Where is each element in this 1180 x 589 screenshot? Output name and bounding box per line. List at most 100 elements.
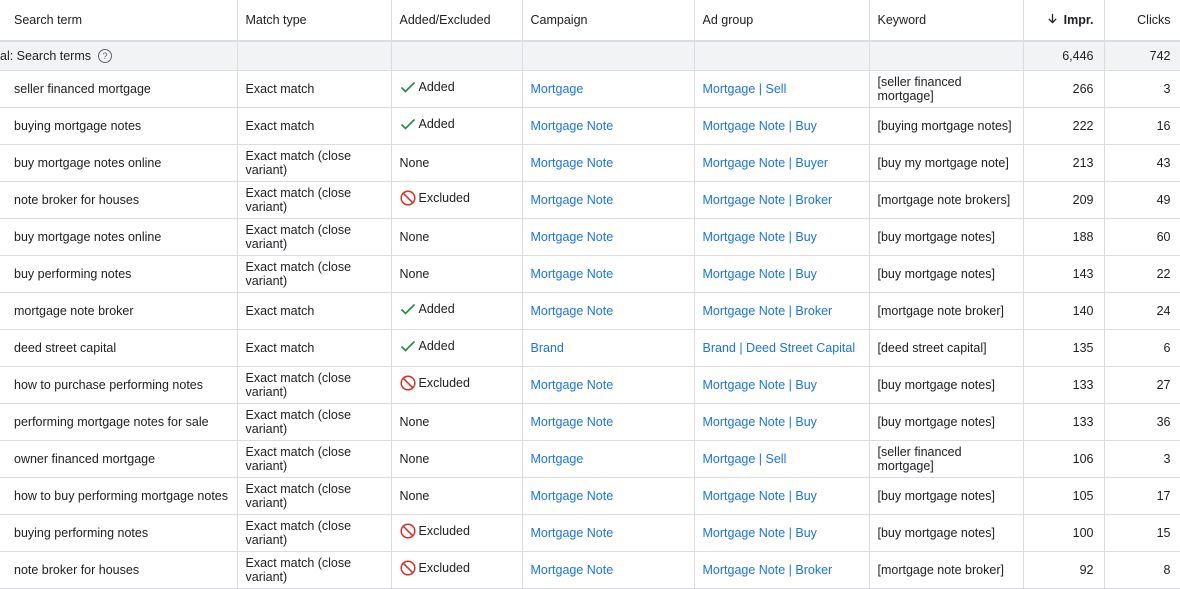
table-row[interactable]: deed street capital Exact match Added Brand… xyxy=(0,329,1180,367)
campaign-link[interactable]: Mortgage Note xyxy=(531,193,614,207)
keyword-cell: [buy mortgage notes] xyxy=(869,218,1024,256)
ad-group-link[interactable]: Mortgage Note | Buy xyxy=(703,230,817,244)
header-added-excluded[interactable]: Added/Excluded xyxy=(391,0,523,42)
total-empty-cell xyxy=(237,41,392,71)
status-none: None xyxy=(399,415,430,429)
ad-group-link[interactable]: Mortgage Note | Buyer xyxy=(703,156,829,170)
check-icon xyxy=(400,81,416,93)
ad-group-link[interactable]: Mortgage Note | Buy xyxy=(703,489,817,503)
search-term-cell: buy performing notes xyxy=(0,255,238,293)
ban-icon xyxy=(399,189,416,206)
campaign-link[interactable]: Mortgage Note xyxy=(531,526,614,540)
header-match-type[interactable]: Match type xyxy=(237,0,392,42)
match-type-cell: Exact match (close variant) xyxy=(237,477,392,515)
campaign-link[interactable]: Mortgage Note xyxy=(531,304,614,318)
total-label-cell: al: Search terms? xyxy=(0,41,238,71)
table-row[interactable]: how to buy performing mortgage notes Exac… xyxy=(0,477,1180,515)
campaign-cell: Mortgage Note xyxy=(522,218,695,256)
impr-cell: 213 xyxy=(1023,144,1105,182)
ad-group-link[interactable]: Mortgage Note | Buy xyxy=(703,415,817,429)
added-excluded-cell: None xyxy=(391,440,523,478)
ad-group-link[interactable]: Mortgage | Sell xyxy=(703,82,787,96)
header-keyword[interactable]: Keyword xyxy=(869,0,1024,42)
campaign-link[interactable]: Mortgage Note xyxy=(531,119,614,133)
impr-cell: 92 xyxy=(1023,551,1105,589)
search-term-cell: how to buy performing mortgage notes xyxy=(0,477,238,515)
campaign-cell: Mortgage xyxy=(522,70,695,108)
added-excluded-cell: None xyxy=(391,144,523,182)
header-ad-group[interactable]: Ad group xyxy=(694,0,870,42)
ban-icon xyxy=(399,559,416,576)
added-excluded-cell: Excluded xyxy=(391,366,523,404)
ad-group-link[interactable]: Mortgage Note | Buy xyxy=(703,526,817,540)
campaign-link[interactable]: Mortgage Note xyxy=(531,415,614,429)
match-type-cell: Exact match (close variant) xyxy=(237,218,392,256)
campaign-cell: Mortgage Note xyxy=(522,477,695,515)
header-search-term[interactable]: Search term xyxy=(0,0,238,42)
status-none: None xyxy=(399,156,430,170)
campaign-cell: Mortgage Note xyxy=(522,551,695,589)
campaign-link[interactable]: Mortgage Note xyxy=(531,489,614,503)
ad-group-link[interactable]: Mortgage Note | Broker xyxy=(703,193,833,207)
campaign-link[interactable]: Mortgage Note xyxy=(531,267,614,281)
match-type-cell: Exact match (close variant) xyxy=(237,366,392,404)
ad-group-cell: Mortgage Note | Buy xyxy=(694,477,870,515)
table-row[interactable]: buy mortgage notes online Exact match (cl… xyxy=(0,218,1180,256)
campaign-link[interactable]: Mortgage Note xyxy=(531,378,614,392)
table-row[interactable]: note broker for houses Exact match (close… xyxy=(0,551,1180,589)
table-row[interactable]: buy mortgage notes online Exact match (cl… xyxy=(0,144,1180,182)
table-row[interactable]: buying performing notes Exact match (clos… xyxy=(0,514,1180,552)
table-row[interactable]: seller financed mortgage Exact match Added… xyxy=(0,70,1180,108)
ad-group-link[interactable]: Mortgage Note | Broker xyxy=(703,304,833,318)
campaign-link[interactable]: Mortgage xyxy=(531,82,584,96)
ad-group-cell: Mortgage Note | Broker xyxy=(694,181,870,219)
match-type-cell: Exact match (close variant) xyxy=(237,181,392,219)
impr-cell: 100 xyxy=(1023,514,1105,552)
ad-group-link[interactable]: Brand | Deed Street Capital xyxy=(703,341,856,355)
campaign-cell: Mortgage xyxy=(522,440,695,478)
table-row[interactable]: performing mortgage notes for sale Exact … xyxy=(0,403,1180,441)
header-clicks[interactable]: Clicks xyxy=(1104,0,1180,42)
search-term-cell: buy mortgage notes online xyxy=(0,144,238,182)
ad-group-link[interactable]: Mortgage Note | Buy xyxy=(703,119,817,133)
impr-cell: 135 xyxy=(1023,329,1105,367)
added-excluded-cell: Added xyxy=(391,329,523,367)
keyword-cell: [seller financed mortgage] xyxy=(869,70,1024,108)
check-icon xyxy=(400,303,416,315)
ad-group-link[interactable]: Mortgage Note | Buy xyxy=(703,267,817,281)
check-icon xyxy=(400,118,416,130)
total-impr: 6,446 xyxy=(1023,41,1105,71)
table-row[interactable]: mortgage note broker Exact match Added Mort… xyxy=(0,292,1180,330)
campaign-link[interactable]: Brand xyxy=(531,341,564,355)
ad-group-cell: Mortgage Note | Buy xyxy=(694,218,870,256)
header-campaign[interactable]: Campaign xyxy=(522,0,695,42)
ad-group-link[interactable]: Mortgage Note | Buy xyxy=(703,378,817,392)
match-type-cell: Exact match xyxy=(237,107,392,145)
match-type-cell: Exact match (close variant) xyxy=(237,255,392,293)
campaign-link[interactable]: Mortgage xyxy=(531,452,584,466)
status-added: Added xyxy=(400,80,455,94)
ad-group-link[interactable]: Mortgage | Sell xyxy=(703,452,787,466)
table-row[interactable]: buy performing notes Exact match (close v… xyxy=(0,255,1180,293)
table-row[interactable]: how to purchase performing notes Exact ma… xyxy=(0,366,1180,404)
match-type-cell: Exact match (close variant) xyxy=(237,514,392,552)
impr-cell: 140 xyxy=(1023,292,1105,330)
header-impr[interactable]: Impr. xyxy=(1023,0,1105,42)
keyword-cell: [buy mortgage notes] xyxy=(869,366,1024,404)
match-type-cell: Exact match (close variant) xyxy=(237,440,392,478)
status-excluded: Excluded xyxy=(399,189,470,206)
clicks-cell: 3 xyxy=(1104,70,1180,108)
total-empty-cell xyxy=(391,41,523,71)
table-row[interactable]: note broker for houses Exact match (close… xyxy=(0,181,1180,219)
campaign-link[interactable]: Mortgage Note xyxy=(531,230,614,244)
help-icon[interactable]: ? xyxy=(98,49,113,64)
ad-group-cell: Mortgage Note | Broker xyxy=(694,292,870,330)
impr-cell: 133 xyxy=(1023,366,1105,404)
impr-cell: 188 xyxy=(1023,218,1105,256)
table-row[interactable]: buying mortgage notes Exact match Added Mor… xyxy=(0,107,1180,145)
campaign-link[interactable]: Mortgage Note xyxy=(531,563,614,577)
search-term-cell: performing mortgage notes for sale xyxy=(0,403,238,441)
campaign-link[interactable]: Mortgage Note xyxy=(531,156,614,170)
ad-group-link[interactable]: Mortgage Note | Broker xyxy=(703,563,833,577)
table-row[interactable]: owner financed mortgage Exact match (clos… xyxy=(0,440,1180,478)
